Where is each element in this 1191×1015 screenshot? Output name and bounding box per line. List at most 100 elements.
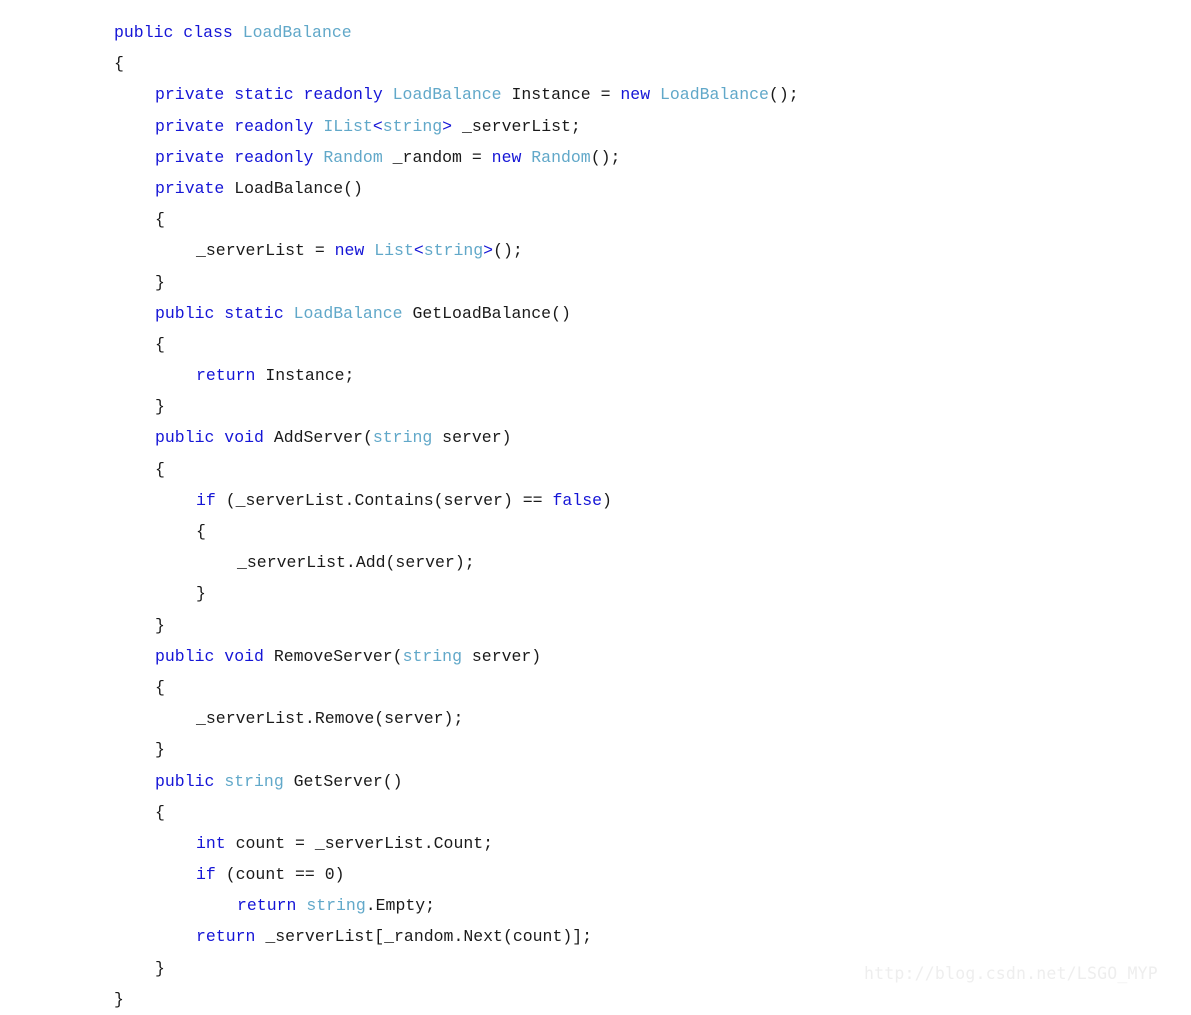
code-token-pl: RemoveServer(: [273, 646, 403, 666]
code-token-kw: if: [196, 865, 226, 885]
code-token-type: IList: [323, 116, 373, 136]
code-token-pl: {: [114, 54, 124, 74]
code-token-type: LoadBalance: [293, 303, 403, 323]
code-token-pl: .Empty;: [365, 896, 436, 916]
code-token-kw: if: [196, 490, 226, 510]
code-token-type: string: [372, 428, 433, 448]
code-line: public class LoadBalance: [114, 17, 1184, 48]
code-token-pl: server): [461, 646, 542, 666]
code-line: if (count == 0): [114, 859, 1184, 890]
code-line: }: [114, 610, 1184, 641]
code-token-type: Random: [531, 147, 591, 167]
code-token-pl: ();: [493, 241, 523, 261]
code-token-kw: public class: [114, 23, 243, 42]
code-token-pl: _serverList;: [452, 116, 581, 136]
code-token-pl: ();: [768, 85, 799, 105]
code-token-kw: <: [413, 241, 424, 261]
code-token-kw: private readonly: [155, 147, 324, 167]
code-line: if (_serverList.Contains(server) == fals…: [114, 485, 1184, 516]
code-token-kw: new: [334, 241, 375, 261]
code-token-kw: false: [552, 490, 602, 510]
code-block[interactable]: public class LoadBalance { private static …: [114, 17, 1184, 1015]
code-line: {: [114, 516, 1184, 547]
watermark-text: http://blog.csdn.net/LSGO_MYP: [864, 964, 1158, 983]
code-line: {: [114, 48, 1184, 79]
code-token-pl: (_serverList.Contains(server) ==: [225, 490, 553, 510]
code-line: {: [114, 329, 1184, 360]
code-token-pl: AddServer(: [273, 428, 373, 448]
code-token-pl: _serverList.Remove(server);: [196, 709, 464, 729]
code-token-kw: int: [196, 833, 236, 853]
code-token-kw: >: [483, 241, 494, 261]
code-line: {: [114, 672, 1184, 703]
code-token-pl: {: [155, 459, 165, 479]
code-token-type: string: [423, 241, 484, 261]
code-token-pl: }: [155, 958, 165, 978]
code-line: public string GetServer(): [114, 766, 1184, 797]
code-token-pl: LoadBalance(): [234, 178, 363, 198]
code-line: private readonly IList<string> _serverLi…: [114, 111, 1184, 142]
code-token-type: LoadBalance: [660, 85, 769, 105]
code-token-kw: private static readonly: [155, 85, 393, 105]
code-token-pl: {: [155, 334, 165, 354]
code-token-kw: public void: [155, 428, 274, 448]
code-token-kw: public void: [155, 646, 274, 666]
code-line: private LoadBalance(): [114, 173, 1184, 204]
code-token-pl: }: [196, 584, 206, 604]
code-line: public void RemoveServer(string server): [114, 641, 1184, 672]
code-token-pl: }: [155, 615, 165, 635]
code-token-pl: }: [155, 397, 165, 417]
code-line: private readonly Random _random = new Ra…: [114, 142, 1184, 173]
code-token-pl: _serverList.Add(server);: [237, 553, 475, 573]
code-token-kw: new: [491, 147, 532, 167]
code-token-pl: _serverList[_random.Next(count)];: [265, 927, 593, 947]
code-token-pl: {: [196, 522, 206, 541]
code-token-type: Random: [323, 147, 383, 167]
code-token-pl: ): [602, 490, 612, 510]
code-token-pl: ();: [590, 147, 621, 167]
code-token-pl: (count == 0): [225, 865, 345, 885]
code-token-kw: public static: [155, 303, 294, 323]
code-token-type: LoadBalance: [242, 23, 352, 42]
code-token-type: List: [374, 241, 414, 261]
code-token-pl: {: [155, 677, 165, 697]
code-token-kw: return: [196, 927, 266, 947]
code-token-type: LoadBalance: [392, 85, 502, 105]
code-line: _serverList.Remove(server);: [114, 703, 1184, 734]
code-line: _serverList.Add(server);: [114, 547, 1184, 578]
code-token-pl: {: [155, 802, 165, 822]
code-token-kw: private readonly: [155, 116, 324, 136]
code-line: int count = _serverList.Count;: [114, 828, 1184, 859]
code-token-pl: _serverList =: [196, 241, 335, 261]
code-token-kw: private: [155, 178, 235, 198]
code-line: _serverList = new List<string>();: [114, 235, 1184, 266]
code-line: {: [114, 454, 1184, 485]
code-line: }: [114, 734, 1184, 765]
code-line: public void AddServer(string server): [114, 422, 1184, 453]
code-token-pl: Instance =: [501, 85, 621, 105]
code-token-kw: public: [155, 771, 225, 791]
code-token-type: string: [224, 771, 284, 791]
code-token-pl: count = _serverList.Count;: [235, 833, 494, 853]
code-line: private static readonly LoadBalance Inst…: [114, 79, 1184, 110]
code-line: {: [114, 204, 1184, 235]
code-token-kw: return: [237, 896, 307, 916]
code-line: }: [114, 267, 1184, 298]
code-line: }: [114, 984, 1184, 1015]
code-line: return _serverList[_random.Next(count)];: [114, 921, 1184, 952]
code-token-type: string: [382, 116, 443, 136]
code-token-kw: return: [196, 366, 266, 386]
code-token-type: string: [306, 896, 366, 916]
code-line: return Instance;: [114, 360, 1184, 391]
code-line: }: [114, 391, 1184, 422]
code-token-pl: }: [114, 989, 124, 1009]
code-token-pl: GetLoadBalance(): [402, 303, 571, 323]
code-token-pl: server): [432, 428, 512, 448]
code-line: return string.Empty;: [114, 890, 1184, 921]
code-token-kw: new: [620, 85, 660, 105]
code-line: public static LoadBalance GetLoadBalance…: [114, 298, 1184, 329]
code-token-pl: Instance;: [265, 366, 355, 386]
code-line: }: [114, 578, 1184, 609]
code-token-type: string: [402, 646, 462, 666]
code-token-pl: {: [155, 210, 165, 230]
